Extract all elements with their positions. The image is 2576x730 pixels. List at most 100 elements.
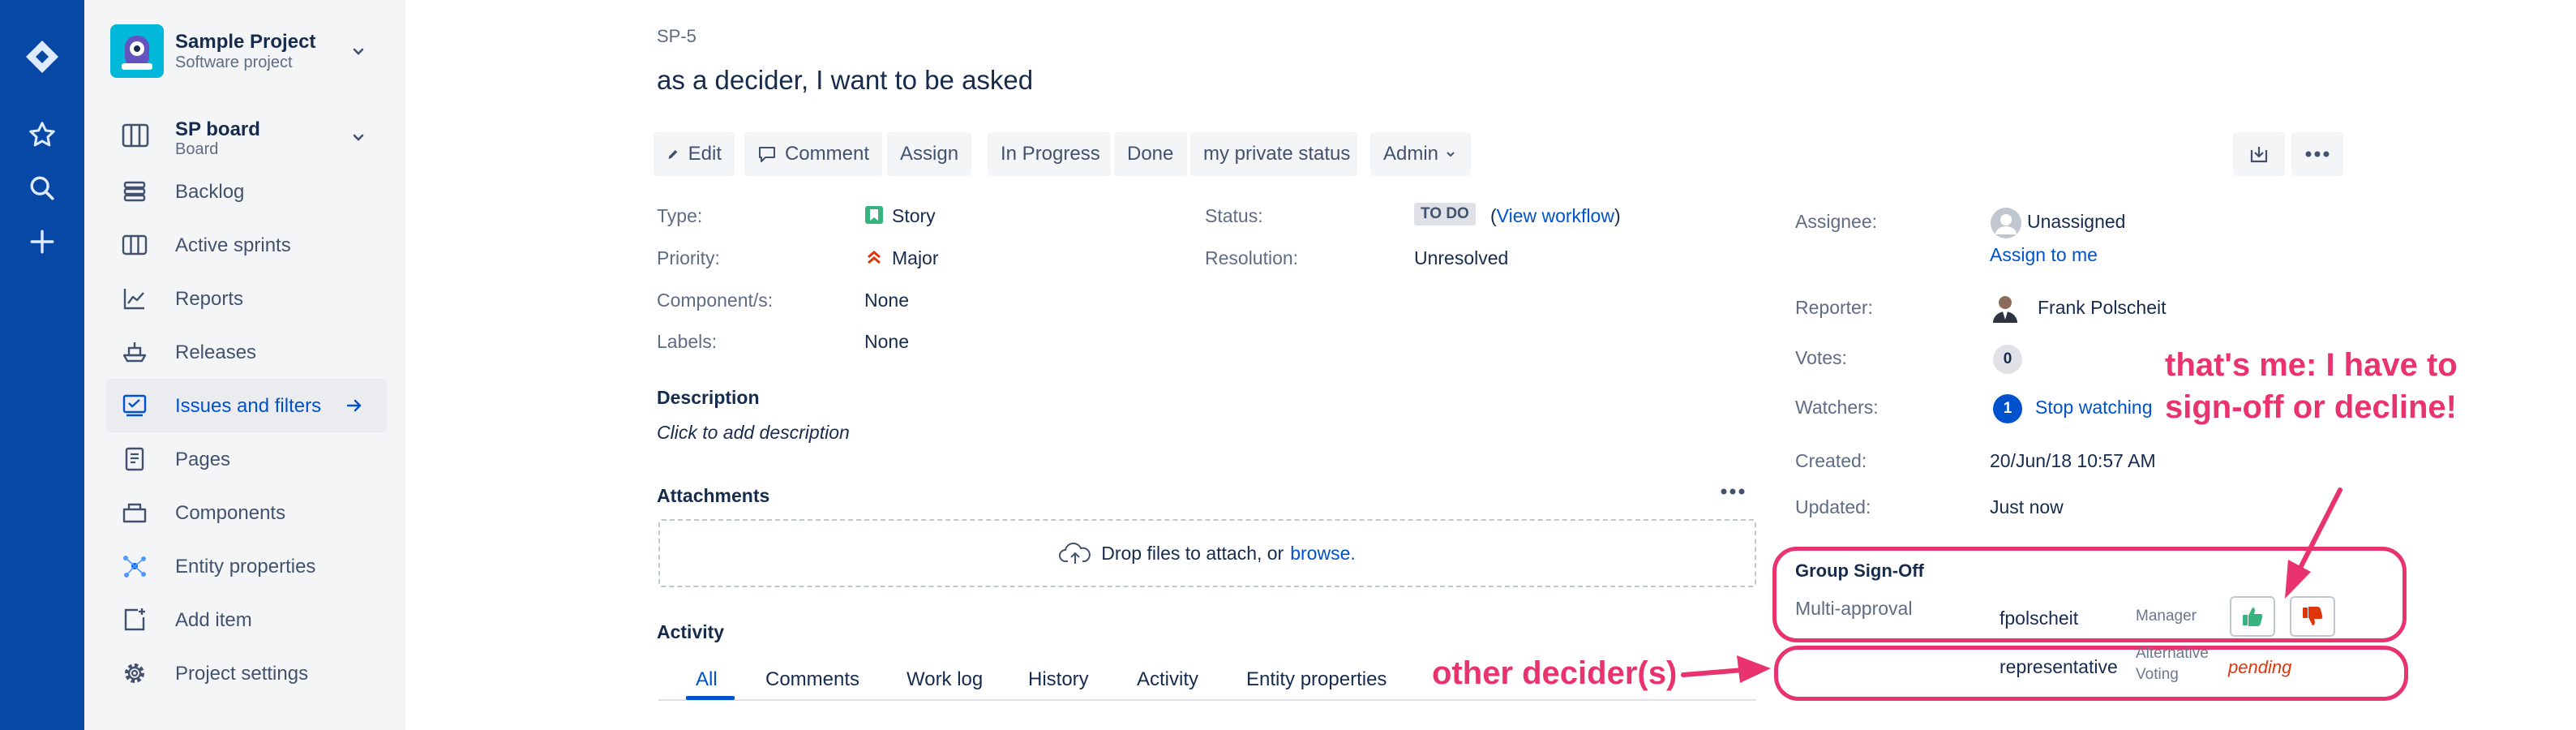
activity-heading: Activity [657, 621, 725, 642]
assign-button[interactable]: Assign [887, 132, 971, 176]
arrowhead-other [1737, 655, 1771, 683]
tab-comments[interactable]: Comments [765, 668, 859, 691]
search-icon[interactable] [21, 167, 63, 209]
thumbs-down-icon [2303, 607, 2323, 625]
issues-filters-icon [122, 394, 147, 417]
resolution-value: Unresolved [1414, 247, 1509, 268]
project-name[interactable]: Sample Project [175, 31, 315, 54]
votes-label: Votes: [1795, 347, 1847, 368]
components-value[interactable]: None [864, 290, 909, 311]
board-icon [122, 123, 149, 148]
created-value: 20/Jun/18 10:57 AM [1990, 450, 2156, 471]
in-progress-button[interactable]: In Progress [988, 132, 1111, 176]
signoff-user: representative [2000, 656, 2118, 677]
more-dots-icon [2305, 151, 2330, 157]
arrow-right-icon [346, 399, 362, 412]
signoff-role: Alternative Voting [2136, 643, 2209, 685]
board-name[interactable]: SP board [175, 118, 260, 141]
sidebar-item-label: Issues and filters [175, 395, 322, 417]
decline-button[interactable] [2290, 596, 2335, 637]
tab-active-indicator [686, 696, 735, 700]
sidebar-item-components[interactable]: Components [105, 486, 388, 539]
global-nav [0, 0, 84, 730]
project-avatar[interactable] [110, 24, 164, 78]
description-placeholder[interactable]: Click to add description [657, 422, 850, 444]
attachments-more-icon[interactable] [1721, 488, 1745, 495]
private-status-button[interactable]: my private status [1190, 132, 1357, 176]
priority-major-icon [868, 251, 881, 264]
sidebar-item-label: Add item [175, 609, 252, 631]
unassigned-avatar [1991, 208, 2021, 238]
done-button[interactable]: Done [1114, 132, 1187, 176]
gear-icon [125, 663, 144, 683]
chevron-down-icon[interactable] [350, 130, 366, 146]
sidebar-item-issues-and-filters[interactable]: Issues and filters [105, 379, 388, 432]
export-button[interactable] [2233, 132, 2285, 176]
sidebar-item-label: Reports [175, 288, 244, 310]
annotation-me-line1: that's me: I have to [2165, 347, 2458, 383]
signoff-role-line: Voting [2136, 666, 2179, 683]
attachment-dropzone[interactable]: Drop files to attach, or browse. [658, 519, 1756, 587]
view-workflow-link[interactable]: View workflow [1497, 205, 1614, 226]
sidebar-item-pages[interactable]: Pages [105, 432, 388, 486]
description-heading: Description [657, 387, 760, 408]
tab-history[interactable]: History [1028, 668, 1089, 691]
tab-all[interactable]: All [696, 668, 718, 691]
assignee-label: Assignee: [1795, 211, 1878, 232]
issue-title[interactable]: as a decider, I want to be asked [657, 65, 1033, 96]
sidebar-item-label: Entity properties [175, 556, 316, 578]
tab-work-log[interactable]: Work log [907, 668, 983, 691]
jira-logo-icon[interactable] [21, 36, 63, 78]
sidebar-item-backlog[interactable]: Backlog [105, 165, 388, 218]
admin-dropdown[interactable]: Admin [1370, 132, 1471, 176]
view-workflow[interactable]: (View workflow) [1490, 205, 1621, 227]
edit-button[interactable]: Edit [654, 132, 735, 176]
chevron-down-icon[interactable] [350, 44, 366, 60]
comment-icon [758, 147, 775, 162]
story-icon [865, 206, 883, 224]
status-lozenge[interactable]: TO DO [1414, 203, 1476, 225]
sidebar-item-reports[interactable]: Reports [105, 272, 388, 325]
annotation-arrow-other [1681, 668, 1746, 677]
tab-divider [658, 699, 1756, 701]
sidebar-item-label: Releases [175, 341, 257, 363]
type-value[interactable]: Story [892, 205, 936, 227]
assignee-value[interactable]: Unassigned [2027, 211, 2125, 233]
tab-entity-properties[interactable]: Entity properties [1246, 668, 1387, 691]
components-icon [122, 503, 147, 523]
sidebar-item-releases[interactable]: Releases [105, 325, 388, 379]
sidebar-item-active-sprints[interactable]: Active sprints [105, 218, 388, 272]
labels-value[interactable]: None [864, 331, 909, 353]
tab-activity[interactable]: Activity [1137, 668, 1198, 691]
more-actions-button[interactable] [2291, 132, 2343, 176]
reporter-value[interactable]: Frank Polscheit [2038, 297, 2167, 319]
star-icon[interactable] [21, 114, 63, 156]
sidebar-item-label: Components [175, 502, 286, 524]
votes-count[interactable]: 0 [1993, 345, 2022, 374]
download-icon [2250, 147, 2268, 163]
assign-to-me-link[interactable]: Assign to me [1990, 244, 2098, 266]
priority-value[interactable]: Major [892, 247, 939, 269]
watchers-label: Watchers: [1795, 397, 1879, 418]
created-label: Created: [1795, 450, 1867, 471]
thumbs-up-icon [2243, 608, 2263, 626]
sidebar-item-label: Pages [175, 449, 231, 470]
pages-icon [125, 447, 144, 471]
admin-label: Admin [1383, 143, 1439, 165]
issue-key[interactable]: SP-5 [657, 26, 697, 47]
project-sidebar: Sample Project Software project SP board… [84, 0, 405, 730]
watchers-count[interactable]: 1 [1993, 394, 2022, 423]
sidebar-item-entity-properties[interactable]: Entity properties [105, 539, 388, 593]
create-plus-icon[interactable] [21, 221, 63, 263]
comment-button[interactable]: Comment [744, 132, 882, 176]
sidebar-item-project-settings[interactable]: Project settings [105, 646, 388, 700]
approve-button[interactable] [2230, 596, 2275, 637]
type-label: Type: [657, 205, 703, 226]
stop-watching-link[interactable]: Stop watching [2035, 397, 2152, 419]
status-label: Status: [1205, 205, 1263, 226]
signoff-role: Manager [2136, 608, 2197, 625]
browse-link[interactable]: browse. [1290, 543, 1356, 565]
signoff-mode: Multi-approval [1795, 598, 1913, 619]
sidebar-item-add-item[interactable]: Add item [105, 593, 388, 646]
cloud-upload-icon [1059, 542, 1091, 564]
